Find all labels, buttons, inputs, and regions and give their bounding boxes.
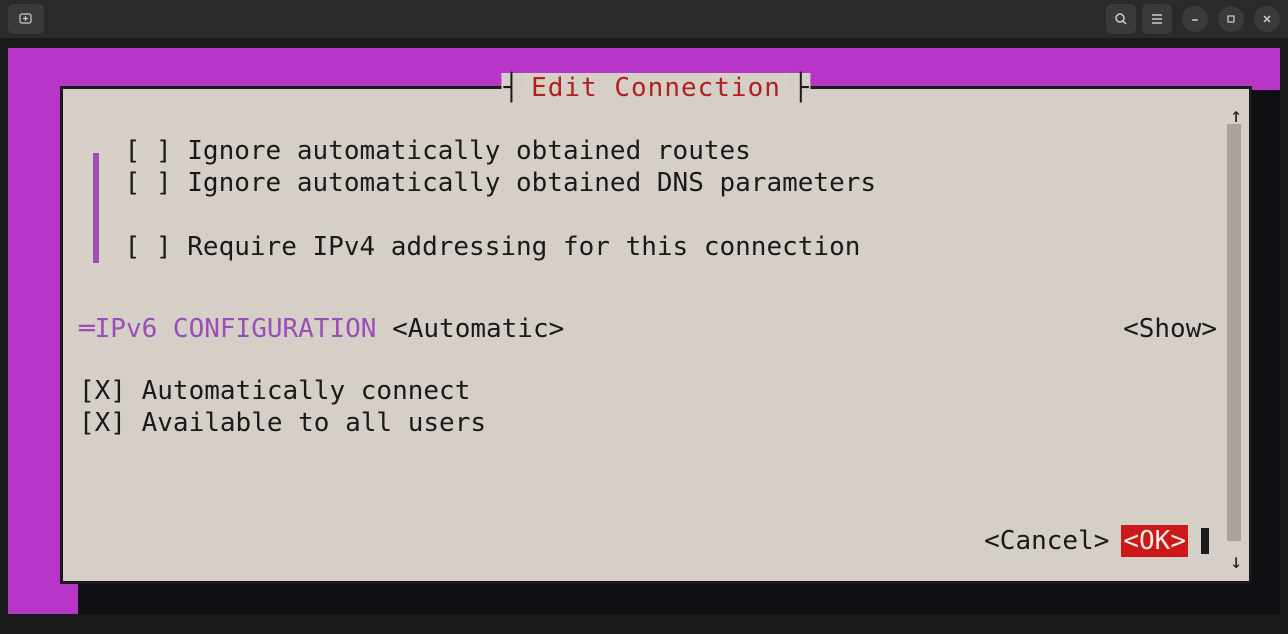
minimize-icon xyxy=(1190,14,1200,24)
checkbox-require-ipv4[interactable]: [ ] Require IPv4 addressing for this con… xyxy=(79,231,1217,263)
cancel-button[interactable]: <Cancel> xyxy=(984,525,1109,557)
ipv6-heading: IPv6 CONFIGURATION xyxy=(95,313,377,345)
search-button[interactable] xyxy=(1106,4,1136,34)
maximize-button[interactable] xyxy=(1218,6,1244,32)
hamburger-icon xyxy=(1150,12,1164,26)
new-tab-button[interactable] xyxy=(8,4,44,34)
maximize-icon xyxy=(1226,14,1236,24)
dialog-content: [ ] Ignore automatically obtained routes… xyxy=(79,109,1217,567)
titlebar xyxy=(0,0,1288,38)
minimize-button[interactable] xyxy=(1182,6,1208,32)
auto-connect-label: Automatically connect xyxy=(142,376,471,406)
all-users-label: Available to all users xyxy=(142,408,486,438)
checkbox-auto-connect[interactable]: [X] Automatically connect xyxy=(79,375,1217,407)
dialog-title-container: ┤ Edit Connection ├ xyxy=(501,73,810,103)
ipv6-show-button[interactable]: <Show> xyxy=(1123,313,1217,345)
title-bracket-right: ├ xyxy=(791,73,811,103)
close-icon xyxy=(1262,14,1272,24)
scrollbar[interactable] xyxy=(1227,124,1241,541)
ipv6-config-row: ═ IPv6 CONFIGURATION <Automatic> <Show> xyxy=(79,313,1217,345)
checkbox-ignore-routes[interactable]: [ ] Ignore automatically obtained routes xyxy=(79,135,1217,167)
dialog-title: Edit Connection xyxy=(521,73,791,103)
cursor xyxy=(1201,528,1209,554)
ok-button[interactable]: <OK> xyxy=(1121,525,1188,557)
close-button[interactable] xyxy=(1254,6,1280,32)
dialog-button-row: <Cancel> <OK> xyxy=(984,525,1209,557)
ipv6-mode-select[interactable]: <Automatic> xyxy=(392,313,564,345)
require-ipv4-label: Require IPv4 addressing for this connect… xyxy=(187,232,860,262)
scroll-down-arrow-icon[interactable]: ↓ xyxy=(1230,549,1242,573)
ipv6-marker: ═ xyxy=(79,313,95,345)
checkbox-ignore-dns[interactable]: [ ] Ignore automatically obtained DNS pa… xyxy=(79,167,1217,199)
menu-button[interactable] xyxy=(1142,4,1172,34)
edit-connection-dialog: ┤ Edit Connection ├ ↑ ↓ [ ] Ignore autom… xyxy=(60,86,1252,584)
section-marker xyxy=(93,153,99,263)
search-icon xyxy=(1114,12,1128,26)
titlebar-left xyxy=(8,4,44,34)
ignore-routes-label: Ignore automatically obtained routes xyxy=(187,136,751,166)
new-tab-icon xyxy=(18,11,34,27)
title-bracket-left: ┤ xyxy=(501,73,521,103)
ignore-dns-label: Ignore automatically obtained DNS parame… xyxy=(187,168,876,198)
titlebar-right xyxy=(1106,4,1280,34)
checkbox-all-users[interactable]: [X] Available to all users xyxy=(79,407,1217,439)
